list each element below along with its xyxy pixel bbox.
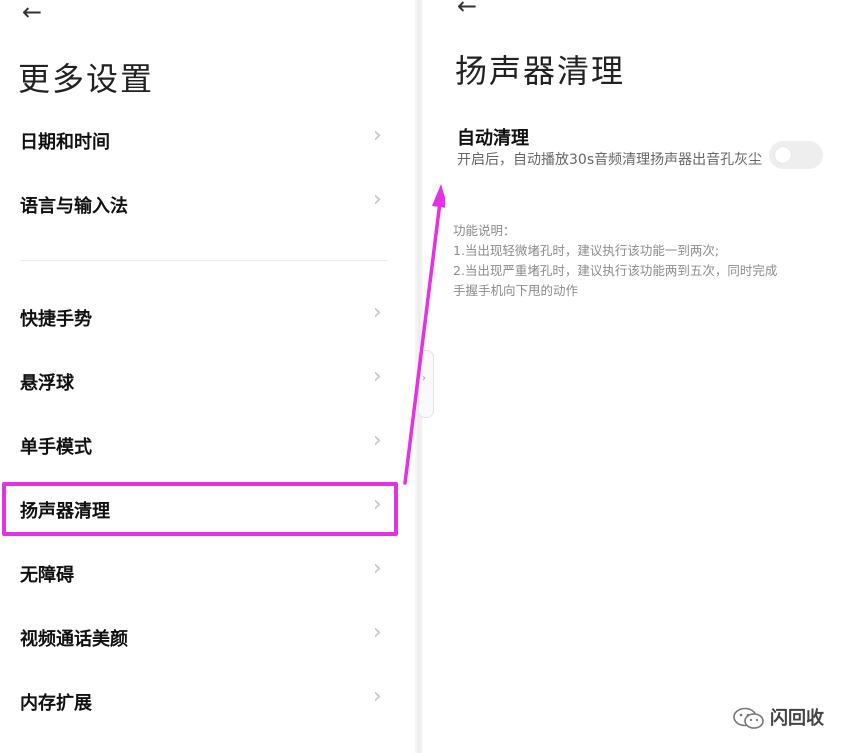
settings-item-quick-gestures[interactable]: 快捷手势 › (0, 296, 415, 340)
settings-item-label: 扬声器清理 (20, 501, 110, 522)
chevron-right-icon: › (373, 620, 382, 645)
info-line: 手握手机向下甩的动作 (453, 283, 579, 298)
annotation-arrow-icon (403, 184, 445, 485)
watermark-text: 闪回收 (770, 708, 824, 729)
feature-description: 功能说明： 1.当出现轻微堵孔时，建议执行该功能一到两次; 2.当出现严重堵孔时… (453, 221, 833, 301)
toggle-knob (775, 147, 791, 163)
chevron-right-icon: › (373, 364, 382, 389)
settings-item-label: 视频通话美颜 (20, 629, 128, 650)
settings-item-video-call-beauty[interactable]: 视频通话美颜 › (0, 616, 415, 660)
settings-item-label: 单手模式 (20, 437, 92, 458)
settings-item-label: 悬浮球 (20, 373, 74, 394)
settings-item-label: 内存扩展 (20, 693, 92, 714)
chevron-right-icon: › (373, 187, 382, 212)
settings-item-accessibility[interactable]: 无障碍 › (0, 552, 415, 596)
right-detail-pane: ← 扬声器清理 自动清理 开启后，自动播放30s音频清理扬声器出音孔灰尘 功能说… (423, 0, 858, 753)
group-divider (20, 260, 388, 261)
info-line: 2.当出现严重堵孔时，建议执行该功能两到五次，同时完成 (453, 263, 778, 278)
wechat-icon (733, 707, 764, 729)
chevron-right-icon: › (373, 428, 382, 453)
settings-item-one-hand-mode[interactable]: 单手模式 › (0, 424, 415, 468)
setting-description: 开启后，自动播放30s音频清理扬声器出音孔灰尘 (457, 152, 763, 168)
settings-item-language-input[interactable]: 语言与输入法 › (0, 183, 415, 227)
chevron-right-icon: › (373, 123, 382, 148)
setting-title: 自动清理 (457, 128, 529, 149)
auto-clean-toggle[interactable] (769, 141, 823, 169)
page-title: 扬声器清理 (455, 52, 626, 90)
back-arrow-icon[interactable]: ← (22, 0, 42, 24)
info-heading: 功能说明： (453, 223, 516, 238)
back-arrow-icon[interactable]: ← (457, 0, 477, 18)
chevron-right-icon: › (373, 492, 382, 517)
settings-item-date-time[interactable]: 日期和时间 › (0, 119, 415, 163)
settings-item-label: 语言与输入法 (20, 196, 128, 217)
page-title: 更多设置 (18, 60, 155, 98)
chevron-right-icon: › (373, 684, 382, 709)
settings-item-label: 快捷手势 (20, 309, 92, 330)
settings-item-label: 日期和时间 (20, 132, 110, 153)
settings-item-speaker-cleaning[interactable]: 扬声器清理 › (0, 488, 415, 532)
settings-item-floating-ball[interactable]: 悬浮球 › (0, 360, 415, 404)
chevron-right-icon: › (373, 556, 382, 581)
chevron-right-icon: › (373, 300, 382, 325)
settings-item-memory-extension[interactable]: 内存扩展 › (0, 680, 415, 724)
left-settings-pane: ← 更多设置 日期和时间 › 语言与输入法 › 快捷手势 › 悬浮球 › 单手模… (0, 0, 415, 753)
settings-item-label: 无障碍 (20, 565, 74, 586)
info-line: 1.当出现轻微堵孔时，建议执行该功能一到两次; (453, 243, 720, 258)
